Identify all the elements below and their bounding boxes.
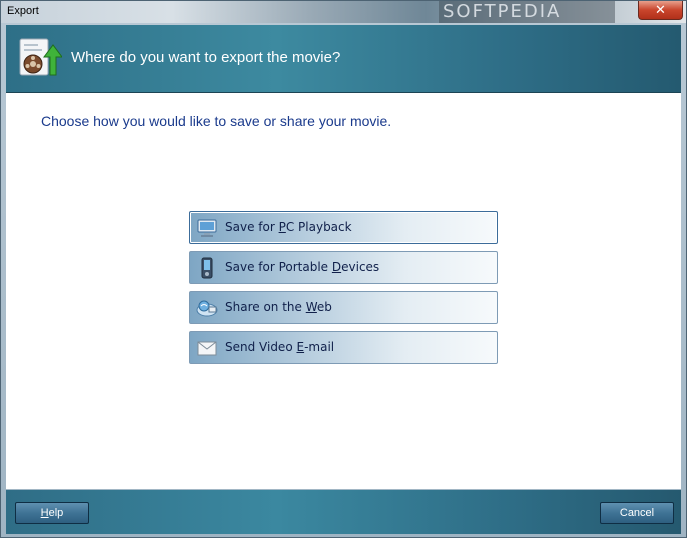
help-button[interactable]: Help: [15, 502, 89, 524]
page-title: Where do you want to export the movie?: [71, 49, 341, 66]
option-label: Save for PC Playback: [225, 220, 352, 234]
wizard-header: Where do you want to export the movie?: [6, 25, 681, 93]
option-label: Save for Portable Devices: [225, 260, 380, 274]
save-for-pc-playback-button[interactable]: Save for PC Playback: [189, 211, 498, 244]
export-window: Export SOFTPEDIA ✕ Where do you want to …: [0, 0, 687, 538]
close-icon: ✕: [655, 2, 666, 18]
web-share-icon: [196, 300, 218, 317]
movie-export-icon: [19, 38, 62, 76]
watermark: SOFTPEDIA: [439, 1, 615, 23]
option-label: Send Video E-mail: [225, 340, 335, 354]
save-for-portable-devices-button[interactable]: Save for Portable Devices: [189, 251, 498, 284]
envelope-icon: [197, 341, 217, 356]
pc-monitor-icon: [197, 219, 217, 237]
send-video-email-button[interactable]: Send Video E-mail: [189, 331, 498, 364]
cancel-button[interactable]: Cancel: [600, 502, 674, 524]
window-title: Export: [7, 5, 39, 17]
instruction-text: Choose how you would like to save or sha…: [41, 113, 392, 129]
button-bar: Help Cancel: [6, 490, 681, 534]
option-label: Share on the Web: [225, 300, 332, 314]
title-bar[interactable]: Export SOFTPEDIA ✕: [1, 1, 686, 23]
portable-device-icon: [201, 257, 213, 279]
content-panel: Choose how you would like to save or sha…: [6, 93, 681, 489]
close-button[interactable]: ✕: [638, 1, 683, 20]
share-on-the-web-button[interactable]: Share on the Web: [189, 291, 498, 324]
